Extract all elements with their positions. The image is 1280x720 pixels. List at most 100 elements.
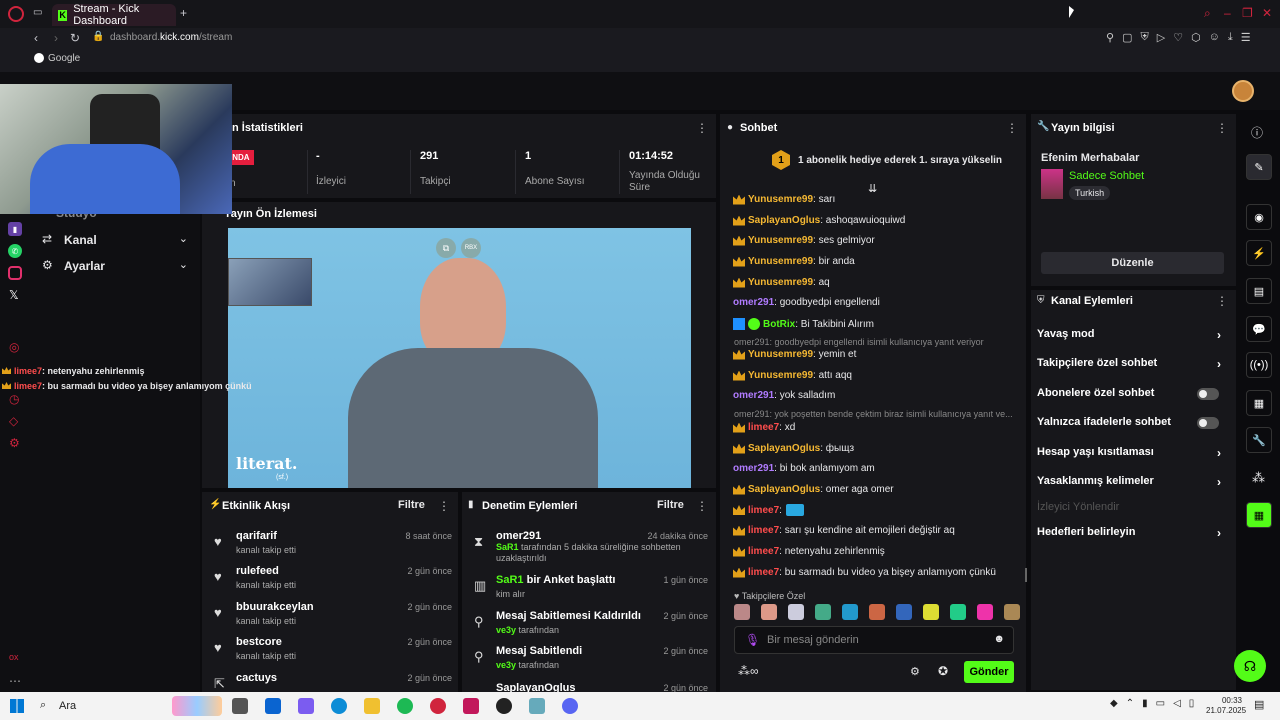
whatsapp-icon[interactable]: ✆ <box>8 244 22 258</box>
forward-icon[interactable]: › <box>54 31 58 45</box>
chat-username[interactable]: omer291 <box>733 297 774 308</box>
twitch-icon[interactable]: ▮ <box>8 222 22 236</box>
emote[interactable] <box>1004 604 1020 620</box>
edge-icon[interactable] <box>331 698 347 714</box>
download-icon[interactable]: ⤓ <box>1228 31 1233 44</box>
emote[interactable] <box>734 604 750 620</box>
back-icon[interactable]: ‹ <box>34 31 38 45</box>
more-options-icon[interactable]: ⋮ <box>696 499 708 513</box>
layout-icon[interactable]: ▦ <box>1246 390 1272 416</box>
bookmark-google[interactable]: Google <box>48 53 80 64</box>
channel-action-row[interactable]: Hesap yaşı kısıtlaması › <box>1037 446 1227 460</box>
notifications-icon[interactable]: ▤ <box>1254 698 1264 711</box>
channel-action-row[interactable]: Yalnızca ifadelerle sohbet <box>1037 416 1227 429</box>
wrench-icon[interactable]: 🔧 <box>1246 427 1272 453</box>
copilot-icon[interactable] <box>298 698 314 714</box>
pinboard-icon[interactable]: ◇ <box>9 414 18 428</box>
app-icon[interactable] <box>463 698 479 714</box>
chat-bubble-icon[interactable]: 💬 <box>1246 316 1272 342</box>
opera-logo-icon[interactable] <box>8 6 24 22</box>
info-icon[interactable]: ⓘ <box>1251 124 1263 141</box>
app-icon[interactable] <box>529 698 545 714</box>
task-view-icon[interactable] <box>232 698 248 714</box>
chevron-up-icon[interactable]: ⌃ <box>1126 698 1134 709</box>
emote[interactable] <box>950 604 966 620</box>
chat-settings-icon[interactable]: ⚙ <box>910 665 920 678</box>
more-options-icon[interactable]: ⋮ <box>1216 121 1228 135</box>
tab-islands-icon[interactable]: ▭ <box>33 7 42 18</box>
mic-icon[interactable]: ▮ <box>1142 698 1148 709</box>
emote[interactable] <box>896 604 912 620</box>
sidebar-item-kanal[interactable]: ⇄ Kanal ⌄ <box>42 232 192 250</box>
emote[interactable] <box>842 604 858 620</box>
more-options-icon[interactable]: ⋮ <box>438 499 450 513</box>
instagram-icon[interactable] <box>8 266 22 280</box>
notes-icon[interactable]: ▤ <box>1246 278 1272 304</box>
channel-action-row[interactable]: Yavaş mod › <box>1037 328 1227 342</box>
chat-username[interactable]: limee7 <box>748 525 779 536</box>
more-options-icon[interactable]: ⋮ <box>1006 121 1018 135</box>
profile-icon[interactable]: ☺ <box>1209 31 1220 44</box>
shield-icon[interactable]: ⛨ <box>1140 31 1148 44</box>
play-icon[interactable]: ▷ <box>1157 31 1165 44</box>
flash-icon[interactable]: ⚡ <box>1246 240 1272 266</box>
widget-icon[interactable] <box>172 696 222 716</box>
ox-icon[interactable]: ox <box>9 652 19 662</box>
edit-icon[interactable]: ✎ <box>1246 154 1272 180</box>
clapper-icon[interactable]: ▦ <box>1246 502 1272 528</box>
network-icon[interactable]: ▭ <box>1156 698 1165 709</box>
chat-username[interactable]: Yunusemre99 <box>748 235 813 246</box>
user-avatar[interactable] <box>1232 80 1254 102</box>
camera-icon[interactable]: ◉ <box>1246 204 1272 230</box>
chat-username[interactable]: Yunusemre99 <box>748 370 813 381</box>
badge-icon[interactable]: ✪ <box>938 664 948 678</box>
broadcast-icon[interactable]: ((•)) <box>1246 352 1272 378</box>
chat-username[interactable]: SaplayanOglus <box>748 484 820 495</box>
chat-username[interactable]: Yunusemre99 <box>748 277 813 288</box>
chat-username[interactable]: limee7 <box>748 505 779 516</box>
history-icon[interactable]: ◷ <box>9 392 19 406</box>
more-icon[interactable]: ⋯ <box>9 674 21 688</box>
channel-action-row[interactable]: Yasaklanmış kelimeler › <box>1037 475 1227 489</box>
menu-icon[interactable]: ☰ <box>1241 31 1251 44</box>
filter-button[interactable]: Filtre <box>398 499 425 511</box>
tray-app-icon[interactable]: ◆ <box>1110 698 1118 709</box>
emote[interactable] <box>815 604 831 620</box>
maximize-icon[interactable]: ❐ <box>1242 6 1253 20</box>
search-icon[interactable]: ⌕ <box>40 699 46 712</box>
x-icon[interactable]: 𝕏 <box>9 288 19 302</box>
chat-username[interactable]: Yunusemre99 <box>748 194 813 205</box>
emote[interactable] <box>788 604 804 620</box>
edit-button[interactable]: Düzenle <box>1041 252 1224 274</box>
minimize-icon[interactable]: – <box>1224 6 1231 20</box>
more-options-icon[interactable]: ⋮ <box>696 121 708 135</box>
pin-icon[interactable]: ⚲ <box>1106 31 1114 44</box>
copy-icon[interactable]: ⧉ <box>436 238 456 258</box>
tab-kick-dashboard[interactable]: K Stream - Kick Dashboard <box>52 3 176 27</box>
taskbar-search[interactable]: Ara <box>59 700 76 712</box>
player-icon[interactable]: ◎ <box>9 340 19 354</box>
emoji-icon[interactable]: ☻ <box>993 633 1005 645</box>
chat-username[interactable]: limee7 <box>748 422 779 433</box>
emote[interactable] <box>977 604 993 620</box>
chat-scrollbar[interactable] <box>1025 568 1027 582</box>
url-field[interactable]: dashboard.kick.com/stream <box>110 32 232 43</box>
mic-icon[interactable]: 🎙 <box>745 633 760 647</box>
connections-icon[interactable]: ⁂ <box>1252 470 1265 486</box>
chat-username[interactable]: omer291 <box>733 390 774 401</box>
chat-input[interactable]: 🎙 Bir mesaj gönderin ☻ <box>734 626 1014 654</box>
more-options-icon[interactable]: ⋮ <box>1216 294 1228 308</box>
chat-username[interactable]: omer291 <box>733 463 774 474</box>
bits-icon[interactable]: ⁂∞ <box>738 664 759 678</box>
chat-username[interactable]: Yunusemre99 <box>748 349 813 360</box>
category-link[interactable]: Sadece Sohbet <box>1069 170 1144 182</box>
channel-action-row[interactable]: Abonelere özel sohbet <box>1037 387 1227 400</box>
channel-action-row[interactable]: Hedefleri belirleyin › <box>1037 526 1227 540</box>
start-icon[interactable] <box>10 699 24 713</box>
send-button[interactable]: Gönder <box>964 661 1014 683</box>
pinned-gift-banner[interactable]: 1 1 abonelik hediye ederek 1. sıraya yük… <box>772 150 1002 170</box>
clock[interactable]: 00:33 21.07.2025 <box>1206 696 1246 716</box>
reload-icon[interactable]: ↻ <box>70 31 80 45</box>
explorer-icon[interactable] <box>364 698 380 714</box>
emote[interactable] <box>869 604 885 620</box>
